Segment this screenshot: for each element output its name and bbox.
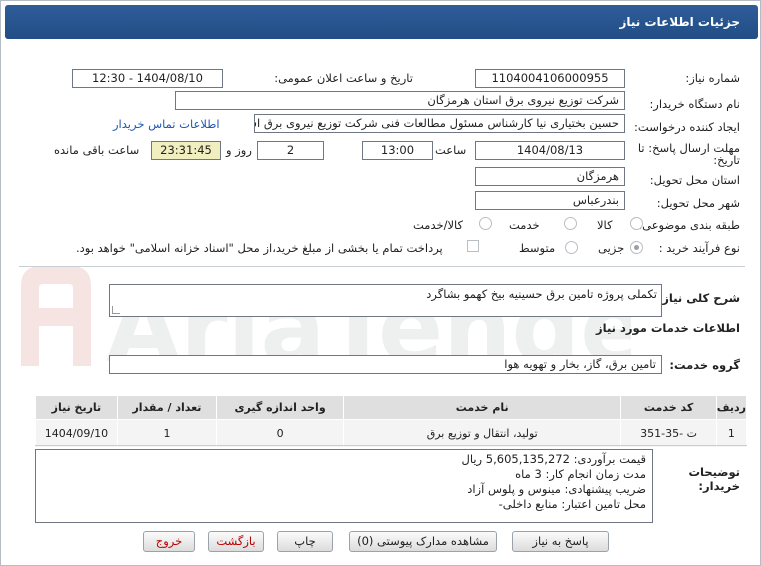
buyer-notes-label-2: خریدار: — [698, 479, 740, 493]
category-service-label: خدمت — [509, 218, 540, 232]
buyer-notes-line: محل تامین اعتبار: منابع داخلی- — [498, 497, 646, 511]
city-label: شهر محل تحویل: — [656, 196, 740, 210]
col-code: کد خدمت — [620, 395, 717, 420]
process-minor-radio[interactable] — [630, 241, 643, 254]
deadline-date-field: 1404/08/13 — [475, 141, 625, 160]
service-group-field: تامین برق، گاز، بخار و تهویه هوا — [109, 355, 662, 374]
cell-qty: 1 — [116, 419, 218, 448]
attachments-button[interactable]: مشاهده مدارک پیوستی (0) — [349, 531, 497, 552]
cell-code: ت -35-351 — [620, 419, 717, 448]
process-label: نوع فرآیند خرید : — [658, 241, 740, 255]
process-medium-label: متوسط — [519, 241, 556, 255]
announce-label: تاریخ و ساعت اعلان عمومی: — [274, 71, 413, 85]
buyer-notes-line: ضریب پیشنهادی: مینوس و پلوس آزاد — [467, 482, 646, 496]
resize-grip-icon[interactable] — [112, 306, 120, 314]
time-remaining-field: 23:31:45 — [151, 141, 221, 160]
summary-label: شرح کلی نیاز: — [657, 291, 740, 305]
deadline-label-date: تاریخ: — [713, 153, 740, 167]
category-goods-service-label: کالا/خدمت — [413, 218, 464, 232]
buyer-notes-label: توضیحات — [688, 465, 741, 479]
creator-field: حسین بختیاری نیا کارشناس مسئول مطالعات ف… — [254, 114, 625, 133]
divider — [19, 266, 745, 267]
print-button[interactable]: چاپ — [277, 531, 333, 552]
process-medium-radio[interactable] — [565, 241, 578, 254]
summary-textarea[interactable]: تکملی پروژه تامین برق حسینیه بیخ کهمو بش… — [109, 284, 662, 317]
category-goods-service-radio[interactable] — [479, 217, 492, 230]
col-qty: تعداد / مقدار — [116, 395, 218, 420]
time-label: ساعت — [435, 143, 467, 157]
treasury-payment-note: پرداخت تمام یا بخشی از مبلغ خرید،از محل … — [76, 241, 443, 255]
process-minor-label: جزیی — [598, 241, 625, 255]
buyer-contact-link[interactable]: اطلاعات تماس خریدار — [113, 117, 220, 131]
treasury-payment-checkbox[interactable] — [467, 240, 479, 252]
buyer-notes-line: مدت زمان انجام کار: 3 ماه — [515, 467, 646, 481]
time-remaining-label: ساعت باقی مانده — [54, 143, 140, 157]
need-details-window: جزئیات اطلاعات نیاز AriaTender.net شماره… — [0, 0, 761, 566]
buyer-notes-textarea[interactable]: قیمت برآوردی: 5,605,135,272 ریال مدت زما… — [35, 449, 653, 523]
cell-unit: 0 — [216, 419, 345, 448]
days-label: روز و — [226, 143, 252, 157]
province-label: استان محل تحویل: — [649, 173, 740, 187]
table-row: 1 ت -35-351 تولید، انتقال و توزیع برق 0 … — [35, 419, 748, 448]
announce-field: 1404/08/10 - 12:30 — [72, 69, 223, 88]
creator-label: ایجاد کننده درخواست: — [634, 120, 740, 134]
category-goods-label: کالا — [597, 218, 613, 232]
window-title: جزئیات اطلاعات نیاز — [5, 5, 758, 39]
exit-button[interactable]: خروج — [143, 531, 195, 552]
province-field: هرمزگان — [475, 167, 625, 186]
table-header-row: ردیف کد خدمت نام خدمت واحد اندازه گیری ت… — [35, 395, 748, 420]
city-field: بندرعباس — [475, 191, 625, 210]
buyer-notes-line: قیمت برآوردی: 5,605,135,272 ریال — [461, 452, 647, 466]
cell-row: 1 — [715, 419, 748, 448]
buyer-org-label: نام دستگاه خریدار: — [649, 97, 740, 111]
buyer-org-field: شرکت توزیع نیروی برق استان هرمزگان — [175, 91, 625, 110]
category-label: طبقه بندی موضوعی: — [638, 218, 740, 232]
divider — [35, 445, 747, 446]
reply-button[interactable]: پاسخ به نیاز — [512, 531, 609, 552]
back-button[interactable]: بازگشت — [208, 531, 264, 552]
need-number-field: 1104004106000955 — [475, 69, 625, 88]
deadline-time-field: 13:00 — [362, 141, 433, 160]
cell-name: تولید، انتقال و توزیع برق — [343, 419, 622, 448]
services-table: ردیف کد خدمت نام خدمت واحد اندازه گیری ت… — [35, 395, 748, 448]
days-remaining-field: 2 — [257, 141, 324, 160]
services-section-title: اطلاعات خدمات مورد نیاز — [596, 321, 740, 335]
service-group-label: گروه خدمت: — [669, 358, 740, 372]
category-goods-radio[interactable] — [630, 217, 643, 230]
col-date: تاریخ نیاز — [35, 395, 118, 420]
col-name: نام خدمت — [343, 395, 622, 420]
col-unit: واحد اندازه گیری — [216, 395, 345, 420]
category-service-radio[interactable] — [564, 217, 577, 230]
col-row: ردیف — [715, 395, 748, 420]
cell-date: 1404/09/10 — [35, 419, 118, 448]
summary-text: تکملی پروژه تامین برق حسینیه بیخ کهمو بش… — [426, 287, 657, 301]
need-number-label: شماره نیاز: — [685, 71, 740, 85]
